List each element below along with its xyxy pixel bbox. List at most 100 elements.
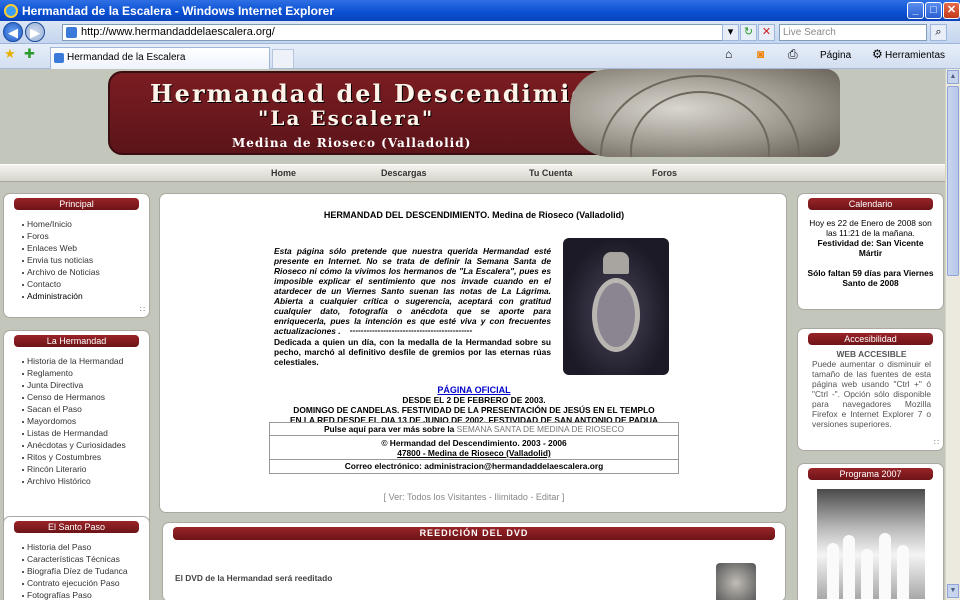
maximize-button[interactable]: □ (925, 2, 942, 19)
principal-menu: Home/Inicio Foros Enlaces Web Envia tus … (4, 210, 149, 302)
banner-medal-image (570, 69, 840, 157)
visitors-admin-links[interactable]: [ Ver: Todos los Visitantes - Ilimitado … (160, 492, 786, 502)
menu-item[interactable]: Biografía Díez de Tudanca (22, 565, 149, 577)
site-nav: Home Descargas Tu Cuenta Foros (0, 164, 945, 182)
hermandad-title: La Hermandad (14, 335, 139, 347)
menu-item[interactable]: Anécdotas y Curiosidades (22, 439, 149, 451)
favorites-star-icon[interactable]: ★ (4, 47, 16, 61)
menu-item[interactable]: Rincón Literario (22, 463, 149, 475)
menu-item-contacto[interactable]: Contacto (22, 278, 149, 290)
menu-item[interactable]: Fotografías Paso (22, 589, 149, 600)
paso-box: El Santo Paso Historia del Paso Caracter… (3, 516, 150, 600)
vertical-scrollbar[interactable]: ▲ ▼ (945, 69, 960, 600)
main-content: HERMANDAD DEL DESCENDIMIENTO. Medina de … (159, 193, 787, 513)
menu-item[interactable]: Contrato ejecución Paso (22, 577, 149, 589)
hermandad-menu: Historia de la Hermandad Reglamento Junt… (4, 347, 149, 487)
address-bar: ◀ ▶ http://www.hermandaddelaescalera.org… (0, 21, 960, 44)
tools-menu[interactable]: Herramientas (885, 49, 945, 63)
hermandad-medal-image (563, 238, 669, 375)
page-menu[interactable]: Página (820, 49, 851, 63)
tab-page-icon (54, 53, 64, 63)
url-dropdown-button[interactable]: ▾ (722, 24, 739, 41)
menu-item-home[interactable]: Home/Inicio (22, 218, 149, 230)
menu-item[interactable]: Listas de Hermandad (22, 427, 149, 439)
tab-title: Hermandad de la Escalera (67, 52, 186, 63)
dedication-text: Dedicada a quien un día, con la medalla … (274, 337, 551, 367)
menu-item[interactable]: Archivo Histórico (22, 475, 149, 487)
refresh-button[interactable]: ↻ (740, 24, 757, 41)
menu-item-archivo-noticias[interactable]: Archivo de Noticias (22, 266, 149, 278)
banner-location: Medina de Rioseco (Valladolid) (232, 136, 472, 150)
feeds-icon[interactable]: ◙ (757, 47, 764, 61)
stop-button[interactable]: ✕ (758, 24, 775, 41)
home-icon[interactable]: ⌂ (725, 47, 732, 61)
search-icon[interactable]: ⌕ (930, 24, 947, 41)
info-table: Pulse aquí para ver más sobre la SEMANA … (269, 422, 679, 474)
print-icon[interactable]: ⎙ (788, 47, 798, 61)
date-line: DOMINGO DE CANDELAS. FESTIVIDAD DE LA PR… (293, 405, 655, 415)
copyright-text: © Hermandad del Descendimiento. 2003 - 2… (381, 438, 567, 448)
banner-title: Hermandad del Descendimiento (150, 79, 640, 108)
window-title: Hermandad de la Escalera - Windows Inter… (22, 3, 334, 18)
nav-tu-cuenta[interactable]: Tu Cuenta (529, 168, 572, 178)
nav-home[interactable]: Home (271, 168, 296, 178)
menu-item[interactable]: Ritos y Costumbres (22, 451, 149, 463)
resize-grip-icon: ∷ (933, 438, 939, 447)
site-banner: Hermandad del Descendimiento "La Escaler… (108, 69, 840, 157)
semana-santa-link[interactable]: SEMANA SANTA DE MEDINA DE RIOSECO (457, 424, 624, 434)
menu-item-administracion[interactable]: Administración (22, 290, 149, 302)
menu-item[interactable]: Historia de la Hermandad (22, 355, 149, 367)
url-input[interactable]: http://www.hermandaddelaescalera.org/ (62, 24, 734, 41)
scrollbar-thumb[interactable] (947, 86, 959, 276)
url-text: http://www.hermandaddelaescalera.org/ (81, 26, 275, 38)
email-text[interactable]: Correo electrónico: administracion@herma… (270, 460, 678, 473)
calendar-box: Calendario Hoy es 22 de Enero de 2008 so… (797, 193, 944, 310)
separator-line: ----------------------------------------… (349, 325, 473, 335)
nav-foros[interactable]: Foros (652, 168, 677, 178)
dvd-text: El DVD de la Hermandad será reeditado (175, 573, 333, 583)
menu-item[interactable]: Historia del Paso (22, 541, 149, 553)
calendar-countdown: Sólo faltan 59 días para Viernes Santo d… (807, 268, 934, 288)
search-input[interactable]: Live Search (779, 24, 927, 41)
dvd-title: REEDICIÓN DEL DVD (173, 527, 775, 540)
calendar-title: Calendario (808, 198, 933, 210)
menu-item-envia-noticias[interactable]: Envia tus noticias (22, 254, 149, 266)
add-favorite-icon[interactable]: ✚ (24, 47, 35, 61)
minimize-button[interactable]: _ (907, 2, 924, 19)
browser-tab[interactable]: Hermandad de la Escalera (50, 47, 270, 69)
window-titlebar: Hermandad de la Escalera - Windows Inter… (0, 0, 960, 21)
ie-logo-icon (4, 3, 18, 18)
program-box: Programa 2007 (797, 463, 944, 600)
menu-item[interactable]: Junta Directiva (22, 379, 149, 391)
menu-item-foros[interactable]: Foros (22, 230, 149, 242)
close-window-button[interactable]: ✕ (943, 2, 960, 19)
calendar-festivity: Festividad de: San Vicente Mártir (817, 238, 924, 258)
accessibility-title: Accesibilidad (808, 333, 933, 345)
nav-descargas[interactable]: Descargas (381, 168, 427, 178)
program-photo[interactable] (817, 489, 925, 599)
scroll-up-icon[interactable]: ▲ (947, 70, 959, 84)
menu-item[interactable]: Sacan el Paso (22, 403, 149, 415)
dvd-box: REEDICIÓN DEL DVD El DVD de la Hermandad… (162, 522, 786, 600)
menu-item[interactable]: Reglamento (22, 367, 149, 379)
menu-item[interactable]: Características Técnicas (22, 553, 149, 565)
principal-box: Principal Home/Inicio Foros Enlaces Web … (3, 193, 150, 318)
menu-item[interactable]: Mayordomos (22, 415, 149, 427)
paso-title: El Santo Paso (14, 521, 139, 533)
new-tab-button[interactable] (272, 49, 294, 68)
dvd-image (716, 563, 756, 600)
semana-santa-row: Pulse aquí para ver más sobre la SEMANA … (270, 423, 678, 436)
semana-santa-prefix: Pulse aquí para ver más sobre la (323, 424, 455, 434)
official-page-link[interactable]: PÁGINA OFICIAL (160, 385, 786, 395)
page-icon (66, 27, 77, 38)
forward-button[interactable]: ▶ (25, 22, 45, 42)
scroll-down-icon[interactable]: ▼ (947, 584, 959, 598)
accessibility-text: Puede aumentar o disminuir el tamaño de … (812, 359, 931, 429)
address-link[interactable]: 47800 - Medina de Rioseco (Valladolid) (270, 448, 678, 458)
menu-item[interactable]: Censo de Hermanos (22, 391, 149, 403)
page-title: HERMANDAD DEL DESCENDIMIENTO. Medina de … (323, 210, 625, 220)
menu-item-enlaces[interactable]: Enlaces Web (22, 242, 149, 254)
program-title: Programa 2007 (808, 468, 933, 480)
paso-menu: Historia del Paso Características Técnic… (4, 533, 149, 600)
back-button[interactable]: ◀ (3, 22, 23, 42)
